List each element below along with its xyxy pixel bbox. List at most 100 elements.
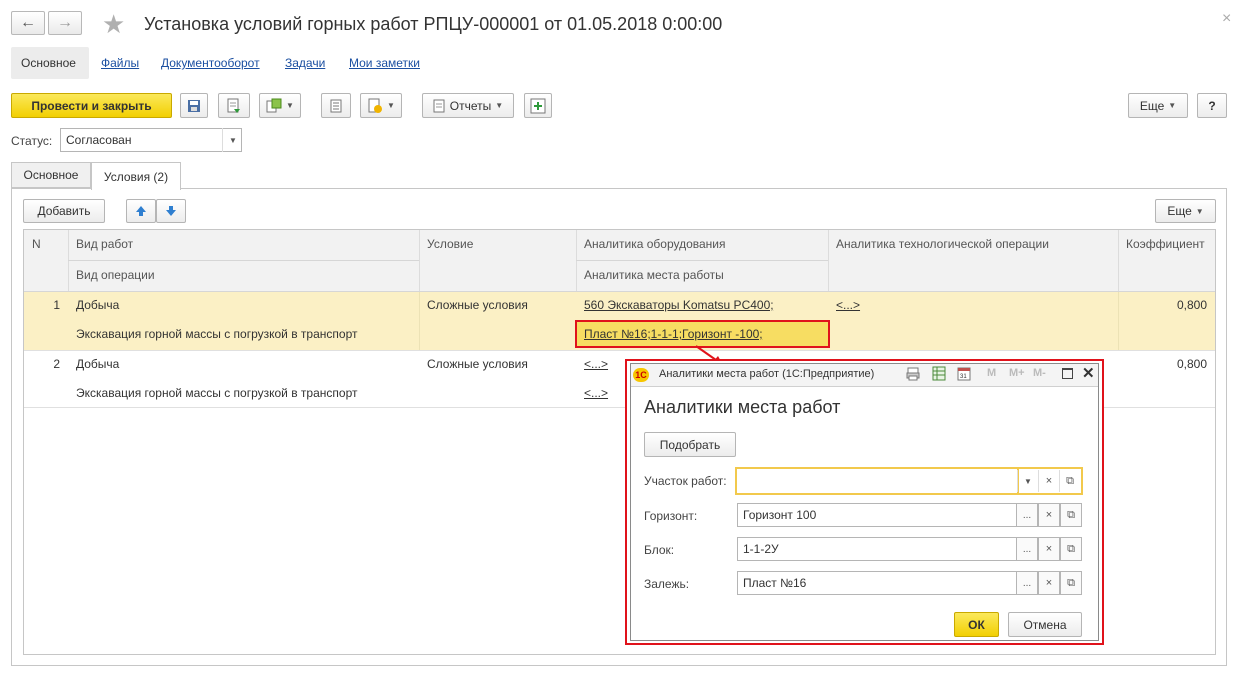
section-field-border (735, 467, 1083, 495)
table-more-label: Еще (1167, 204, 1192, 218)
block-input[interactable]: 1-1-2У (737, 537, 1018, 561)
horizon-select-button[interactable]: ... (1016, 503, 1038, 527)
more-actions-button[interactable]: Еще ▼ (1128, 93, 1188, 118)
divider (576, 260, 828, 261)
save-button[interactable] (180, 93, 208, 118)
pick-button[interactable]: Подобрать (644, 432, 736, 457)
header-coefficient[interactable]: Коэффициент (1118, 230, 1215, 291)
horizon-label: Горизонт: (644, 509, 698, 523)
horizon-input[interactable]: Горизонт 100 (737, 503, 1018, 527)
nav-tab-notes[interactable]: Мои заметки (349, 56, 420, 70)
block-clear-icon[interactable]: × (1038, 537, 1060, 561)
header-tech-op-analytics[interactable]: Аналитика технологической операции (828, 230, 1118, 291)
equipment-analytics-link[interactable]: 560 Экскаваторы Komatsu PC400; (576, 292, 782, 318)
nav-tab-files[interactable]: Файлы (101, 56, 139, 70)
chevron-down-icon: ▼ (286, 101, 294, 110)
chevron-down-icon: ▼ (495, 101, 504, 110)
coefficient-cell[interactable]: 0,800 (1118, 292, 1215, 318)
work-type-cell[interactable]: Добыча (68, 351, 127, 377)
memory-plus-button[interactable]: M+ (1009, 367, 1025, 379)
condition-cell[interactable]: Сложные условия (419, 292, 536, 318)
deposit-clear-icon[interactable]: × (1038, 571, 1060, 595)
block-select-button[interactable]: ... (1016, 537, 1038, 561)
header-workplace-analytics[interactable]: Аналитика места работы (576, 261, 828, 291)
favorite-star-icon[interactable]: ★ (102, 9, 125, 40)
horizon-clear-icon[interactable]: × (1038, 503, 1060, 527)
block-value: 1-1-2У (743, 542, 779, 556)
arrow-left-icon: ← (20, 14, 36, 31)
reports-button[interactable]: Отчеты ▼ (422, 93, 514, 118)
tab-conditions[interactable]: Условия (2) (91, 162, 181, 190)
window-title: Установка условий горных работ РПЦУ-0000… (144, 14, 723, 34)
divider (419, 230, 420, 291)
1c-logo-icon: 1С (633, 368, 649, 382)
coefficient-cell[interactable]: 0,800 (1118, 351, 1215, 377)
spreadsheet-icon[interactable] (932, 366, 946, 381)
operation-type-cell[interactable]: Экскавация горной массы с погрузкой в тр… (68, 321, 365, 347)
post-and-close-button[interactable]: Провести и закрыть (11, 93, 172, 118)
condition-cell[interactable]: Сложные условия (419, 351, 536, 377)
calendar-icon[interactable]: 31 (957, 366, 971, 381)
cancel-button[interactable]: Отмена (1008, 612, 1082, 637)
header-n[interactable]: N (24, 230, 68, 291)
post-document-icon (227, 98, 240, 113)
forward-button[interactable]: → (48, 11, 82, 35)
chevron-down-icon: ▼ (1168, 101, 1177, 110)
status-select[interactable]: Согласован (60, 128, 242, 152)
memory-minus-button[interactable]: M- (1033, 367, 1046, 379)
help-button[interactable]: ? (1197, 93, 1227, 118)
tech-op-analytics-link[interactable]: <...> (828, 292, 868, 318)
deposit-select-button[interactable]: ... (1016, 571, 1038, 595)
svg-text:31: 31 (960, 374, 967, 380)
create-based-icon (266, 98, 282, 112)
row-number: 1 (53, 298, 60, 312)
header-operation-type[interactable]: Вид операции (68, 261, 419, 291)
horizon-open-icon[interactable]: ⧉ (1060, 503, 1082, 527)
status-value: Согласован (66, 133, 132, 147)
status-dropdown-icon[interactable]: ▼ (222, 128, 243, 152)
work-type-cell[interactable]: Добыча (68, 292, 127, 318)
deposit-input[interactable]: Пласт №16 (737, 571, 1018, 595)
ok-button[interactable]: ОК (954, 612, 999, 637)
header-condition[interactable]: Условие (419, 230, 576, 291)
reports-icon (433, 99, 445, 112)
block-label: Блок: (644, 543, 675, 557)
print-icon[interactable] (906, 367, 920, 381)
tab-main[interactable]: Основное (11, 162, 91, 188)
memory-button[interactable]: M (987, 367, 996, 379)
nav-tab-documents[interactable]: Документооборот (161, 56, 260, 70)
save-icon (188, 99, 200, 112)
table-more-button[interactable]: Еще ▼ (1155, 199, 1216, 223)
structure-button[interactable] (321, 93, 351, 118)
divider (1118, 292, 1119, 350)
header-equipment-analytics[interactable]: Аналитика оборудования (576, 230, 828, 260)
nav-tab-tasks[interactable]: Задачи (285, 56, 325, 70)
add-related-button[interactable] (524, 93, 552, 118)
print-document-icon (368, 98, 383, 113)
create-based-on-button[interactable]: ▼ (259, 93, 301, 118)
equipment-analytics-link[interactable]: <...> (576, 351, 616, 377)
row-number: 2 (53, 357, 60, 371)
tab-conditions-label: Условия (2) (103, 169, 169, 184)
dialog-close-icon[interactable]: ✕ (1082, 364, 1095, 382)
post-button[interactable] (218, 93, 250, 118)
chevron-down-icon: ▼ (387, 101, 395, 110)
maximize-icon[interactable] (1062, 368, 1073, 379)
reports-label: Отчеты (449, 98, 492, 113)
block-open-icon[interactable]: ⧉ (1060, 537, 1082, 561)
move-down-button[interactable] (156, 199, 186, 223)
back-button[interactable]: ← (11, 11, 45, 35)
add-row-button[interactable]: Добавить (23, 199, 105, 223)
operation-type-cell[interactable]: Экскавация горной массы с погрузкой в тр… (68, 380, 365, 406)
deposit-open-icon[interactable]: ⧉ (1060, 571, 1082, 595)
print-button[interactable]: ▼ (360, 93, 402, 118)
add-related-icon (530, 98, 546, 113)
close-icon[interactable]: × (1222, 10, 1231, 28)
workplace-analytics-link[interactable]: Пласт №16;1-1-1;Горизонт -100; (576, 321, 771, 347)
workplace-analytics-link[interactable]: <...> (576, 380, 616, 406)
header-work-type[interactable]: Вид работ (68, 230, 419, 260)
move-up-button[interactable] (126, 199, 156, 223)
dialog-heading: Аналитики места работ (644, 397, 841, 417)
divider (828, 230, 829, 291)
list-icon (330, 99, 342, 112)
